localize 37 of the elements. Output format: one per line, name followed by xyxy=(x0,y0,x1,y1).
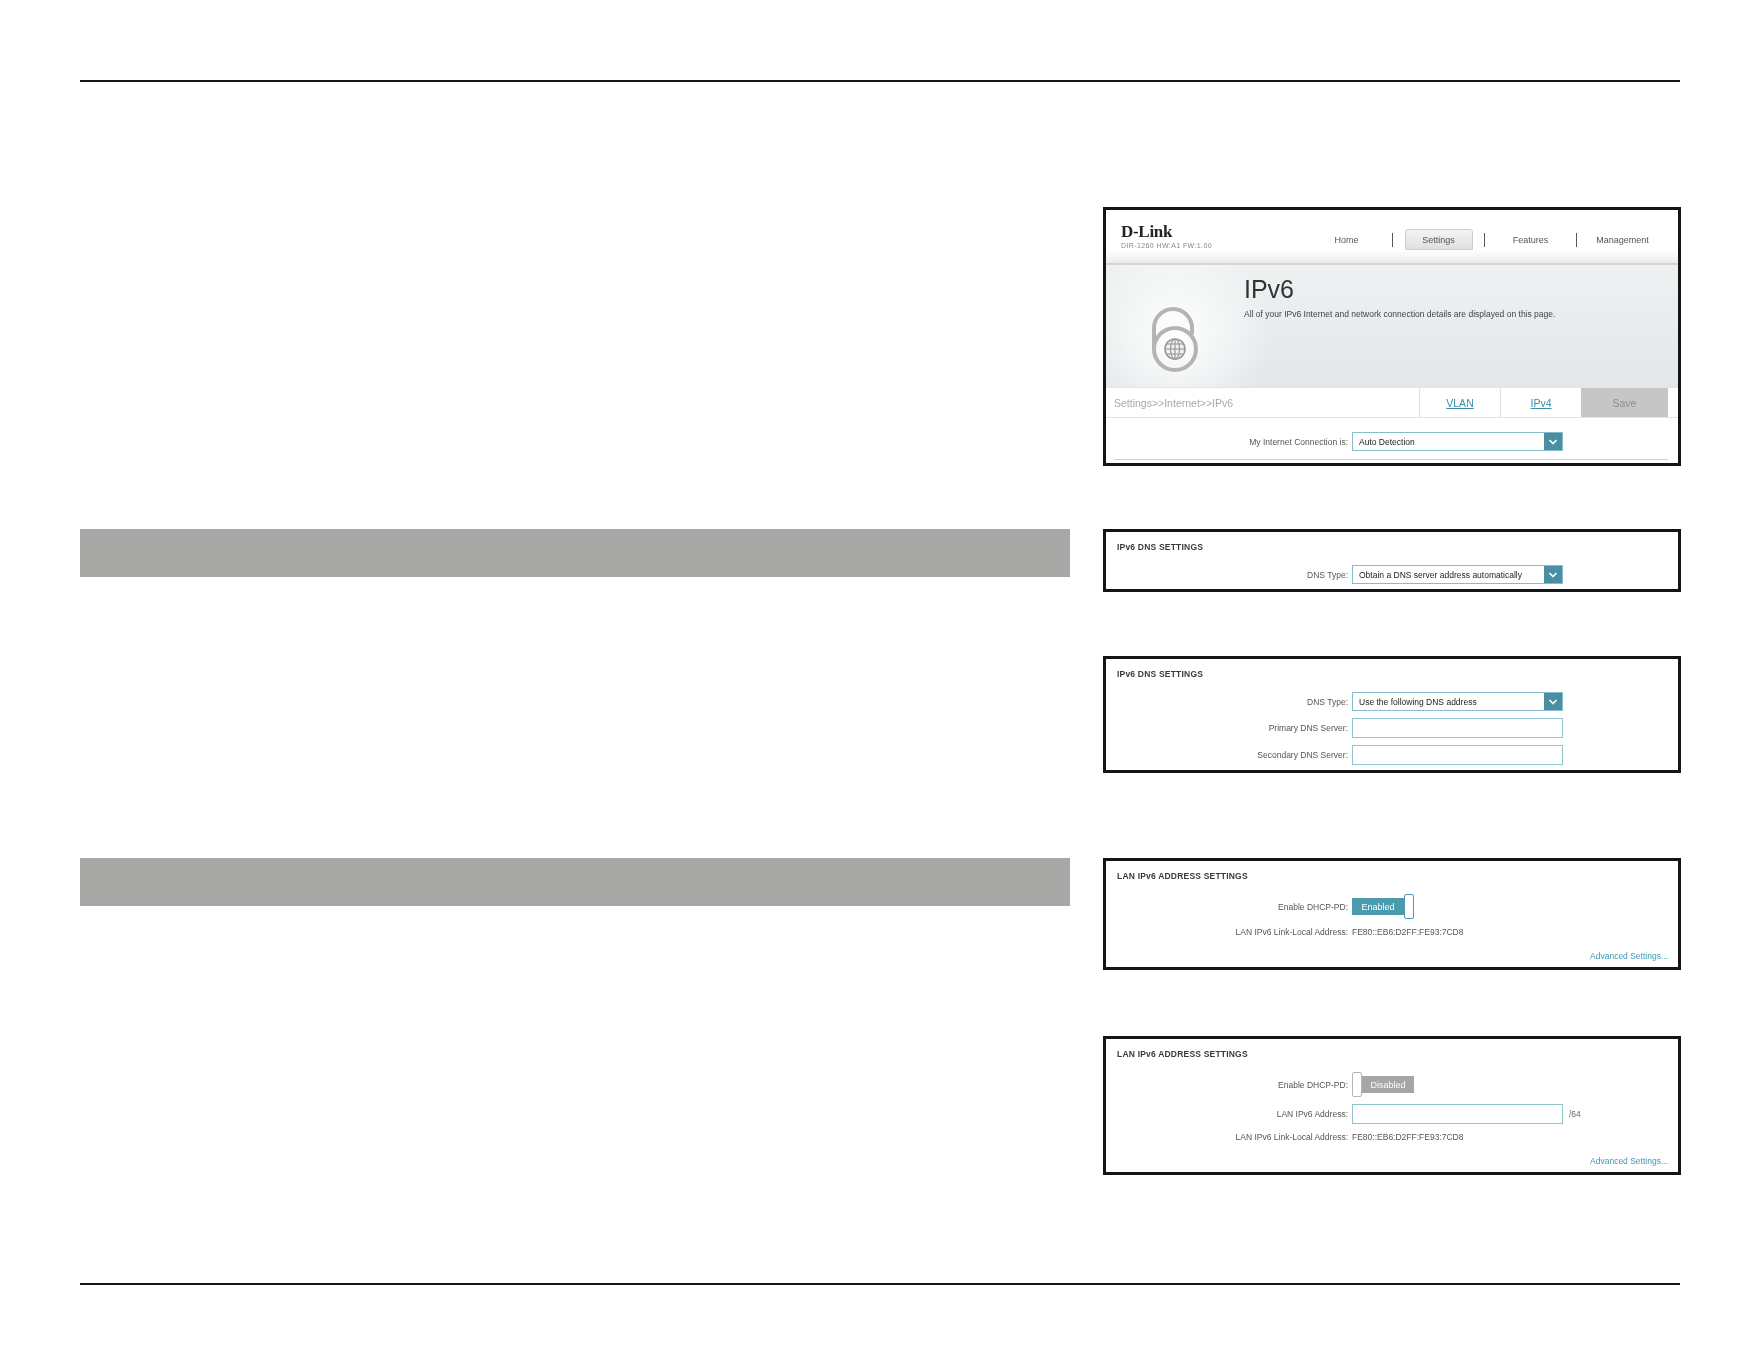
panel-heading: IPv6 DNS SETTINGS xyxy=(1117,668,1204,680)
nav-tab[interactable]: Management xyxy=(1588,229,1657,250)
field-label: Enable DHCP-PD: xyxy=(1278,900,1348,913)
page-title: IPv6 xyxy=(1244,274,1295,304)
nav-tab[interactable]: Home xyxy=(1312,229,1381,250)
brand-logo: D-Link xyxy=(1121,223,1173,240)
field-label: DNS Type: xyxy=(1307,568,1348,581)
page-description: All of your IPv6 Internet and network connection details are displayed on this page. xyxy=(1244,308,1556,320)
panel-heading: LAN IPv6 ADDRESS SETTINGS xyxy=(1117,870,1248,882)
field-label: LAN IPv6 Link-Local Address: xyxy=(1235,926,1348,938)
field-label: Secondary DNS Server: xyxy=(1257,749,1348,761)
panel-heading: IPv6 DNS SETTINGS xyxy=(1117,541,1204,553)
nav-tab[interactable]: Settings xyxy=(1404,229,1473,250)
dropdown-field[interactable]: Obtain a DNS server address automatically xyxy=(1352,565,1563,584)
dropdown-field[interactable]: Auto Detection xyxy=(1352,432,1563,451)
chevron-down-icon xyxy=(1544,566,1562,583)
field-label: Enable DHCP-PD: xyxy=(1278,1078,1348,1091)
chevron-down-icon xyxy=(1544,693,1562,710)
input-field[interactable] xyxy=(1352,1104,1563,1124)
field-label: LAN IPv6 Link-Local Address: xyxy=(1235,1131,1348,1143)
page-link[interactable]: VLAN xyxy=(1419,388,1500,417)
chevron-down-icon xyxy=(1544,433,1562,450)
panel-heading: LAN IPv6 ADDRESS SETTINGS xyxy=(1117,1048,1248,1060)
address-value: FE80::EB6:D2FF:FE93:7CD8 xyxy=(1352,1131,1464,1143)
input-field[interactable] xyxy=(1352,718,1563,738)
address-value: FE80::EB6:D2FF:FE93:7CD8 xyxy=(1352,926,1464,938)
dropdown-field[interactable]: Use the following DNS address xyxy=(1352,692,1563,711)
field-label: DNS Type: xyxy=(1307,695,1348,708)
field-label: LAN IPv6 Address: xyxy=(1276,1108,1348,1120)
breadcrumb-text: Settings>>Internet>>IPv6 xyxy=(1113,396,1234,409)
prefix-length-text: /64 xyxy=(1569,1109,1581,1119)
advanced-settings-link[interactable]: Advanced Settings... xyxy=(1590,950,1668,962)
field-label: My Internet Connection is: xyxy=(1249,435,1348,448)
input-field[interactable] xyxy=(1352,745,1563,765)
nav-tab[interactable]: Features xyxy=(1496,229,1565,250)
field-label: Primary DNS Server: xyxy=(1268,722,1348,734)
advanced-settings-link[interactable]: Advanced Settings... xyxy=(1590,1155,1668,1167)
